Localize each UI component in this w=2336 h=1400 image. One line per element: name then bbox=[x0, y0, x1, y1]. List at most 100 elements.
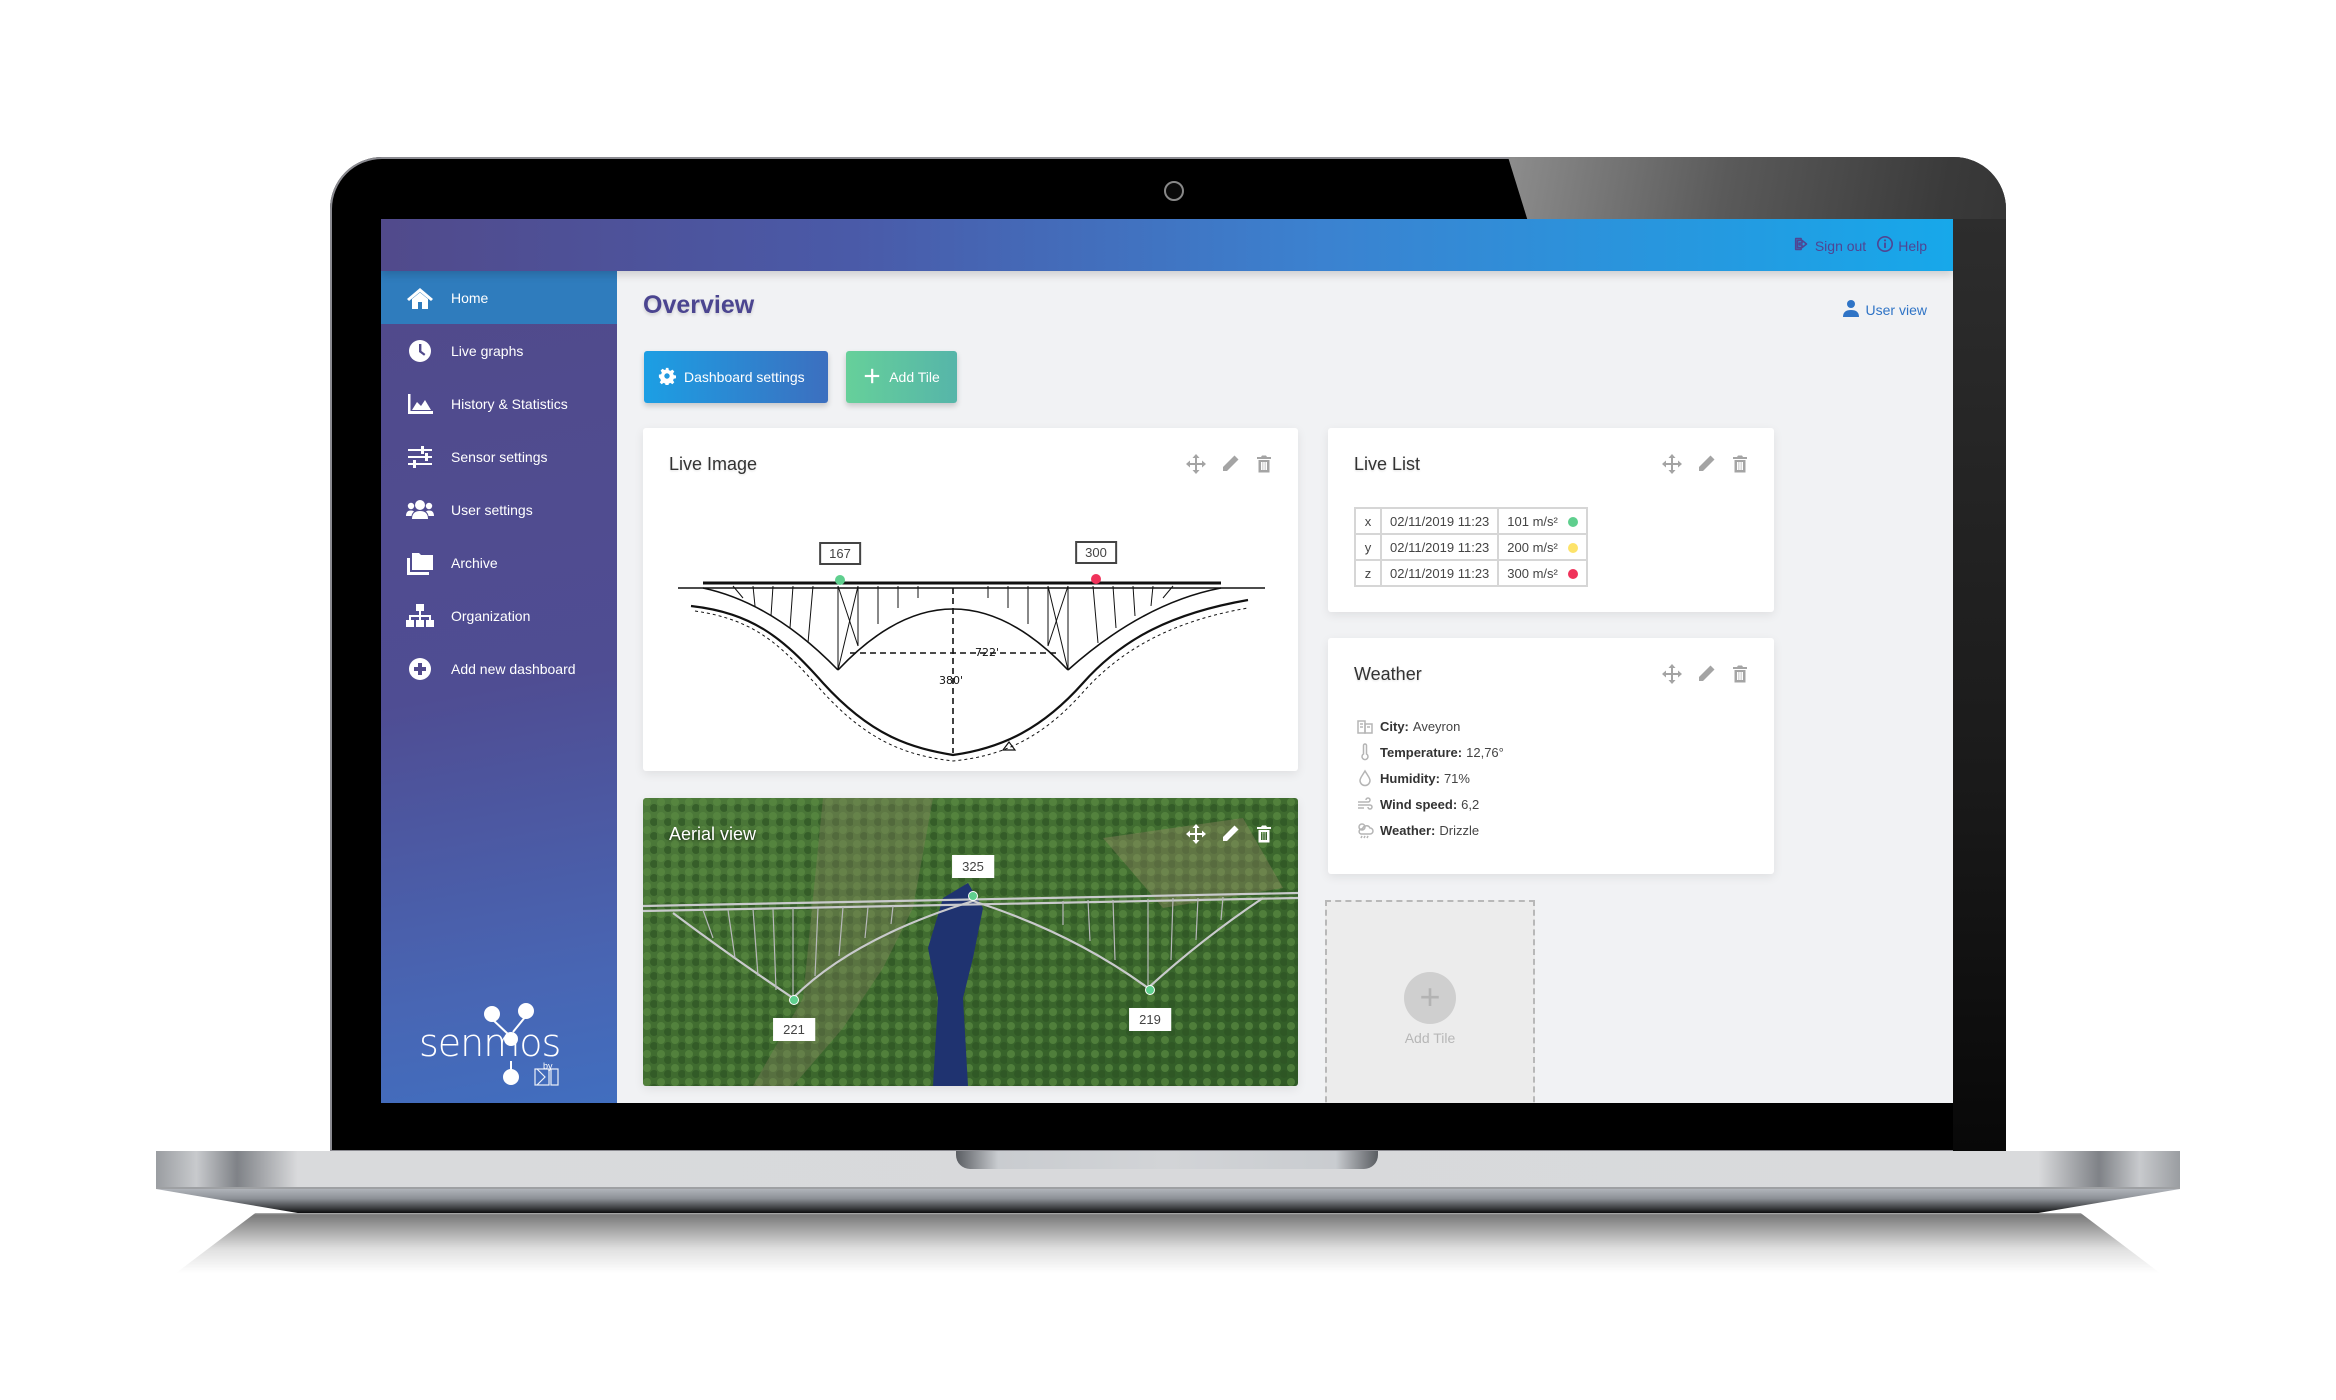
sidebar-item-label: Organization bbox=[451, 607, 531, 624]
sign-out-link[interactable]: Sign out bbox=[1793, 235, 1866, 256]
gear-icon bbox=[658, 367, 676, 388]
area-chart-icon bbox=[405, 391, 435, 417]
senmos-logo: senmos by bbox=[419, 999, 599, 1089]
weather-row-humidity: Humidity: 71% bbox=[1354, 765, 1504, 791]
table-row: x 02/11/2019 11:23 101 m/s² bbox=[1354, 507, 1588, 535]
timestamp-cell: 02/11/2019 11:23 bbox=[1379, 507, 1500, 535]
marker-label[interactable]: 221 bbox=[773, 1018, 815, 1041]
move-icon[interactable] bbox=[1662, 454, 1682, 474]
timestamp-cell: 02/11/2019 11:23 bbox=[1379, 533, 1500, 561]
user-view-link[interactable]: User view bbox=[1842, 299, 1927, 320]
sidebar-item-organization[interactable]: Organization bbox=[381, 589, 617, 642]
sensor-marker[interactable] bbox=[789, 995, 799, 1005]
weather-label: Wind speed: bbox=[1380, 796, 1458, 812]
move-icon[interactable] bbox=[1186, 824, 1206, 844]
sliders-icon bbox=[405, 444, 435, 470]
user-view-label: User view bbox=[1865, 301, 1927, 318]
info-icon bbox=[1876, 235, 1894, 256]
laptop-notch bbox=[956, 1151, 1378, 1169]
tile-title: Aerial view bbox=[669, 824, 757, 844]
sensor-marker[interactable] bbox=[1091, 574, 1101, 584]
folders-icon bbox=[405, 550, 435, 576]
main-content: Overview User view Dashboard settings Ad… bbox=[617, 271, 1953, 1103]
sidebar-item-label: Archive bbox=[451, 554, 498, 571]
marker-label[interactable]: 167 bbox=[819, 542, 861, 565]
weather-label: Weather: bbox=[1380, 822, 1436, 838]
droplet-icon bbox=[1354, 769, 1376, 787]
sensor-marker[interactable] bbox=[1145, 985, 1155, 995]
sitemap-icon bbox=[405, 603, 435, 629]
sidebar-item-add-new-dashboard[interactable]: Add new dashboard bbox=[381, 642, 617, 695]
value-text: 300 m/s² bbox=[1507, 565, 1558, 581]
status-dot bbox=[1567, 543, 1578, 554]
screen: Sign out Help Home Live graphs History &… bbox=[381, 219, 1953, 1103]
axis-cell: y bbox=[1354, 533, 1382, 561]
sidebar-item-history-statistics[interactable]: History & Statistics bbox=[381, 377, 617, 430]
sign-out-icon bbox=[1793, 235, 1811, 256]
plus-icon bbox=[863, 367, 881, 388]
table-row: y 02/11/2019 11:23 200 m/s² bbox=[1354, 533, 1588, 561]
marker-label[interactable]: 325 bbox=[952, 855, 994, 878]
laptop-base-bevel bbox=[156, 1189, 2180, 1213]
weather-row-city: City: Aveyron bbox=[1354, 713, 1504, 739]
weather-label: Humidity: bbox=[1380, 770, 1440, 786]
logo-text: senmos bbox=[419, 1021, 561, 1065]
move-icon[interactable] bbox=[1662, 664, 1682, 684]
table-row: z 02/11/2019 11:23 300 m/s² bbox=[1354, 559, 1588, 587]
weather-list: City: Aveyron Temperature: 12,76° Humidi… bbox=[1354, 713, 1504, 843]
marker-label[interactable]: 300 bbox=[1075, 541, 1117, 564]
users-icon bbox=[405, 497, 435, 523]
marker-label[interactable]: 219 bbox=[1129, 1008, 1171, 1031]
add-tile-plus-icon[interactable]: + bbox=[1404, 972, 1456, 1024]
home-icon bbox=[405, 285, 435, 311]
laptop-shadow bbox=[176, 1213, 2160, 1273]
edit-icon[interactable] bbox=[1220, 824, 1240, 844]
weather-tile: Weather City: Aveyron Temperature: 12,76… bbox=[1328, 638, 1774, 874]
weather-value: 6,2 bbox=[1461, 796, 1480, 812]
thermometer-icon bbox=[1354, 743, 1376, 761]
add-tile-placeholder[interactable]: + Add Tile bbox=[1325, 900, 1535, 1103]
live-list-table: x 02/11/2019 11:23 101 m/s² y 02/11/2019… bbox=[1354, 507, 1588, 587]
weather-row-temperature: Temperature: 12,76° bbox=[1354, 739, 1504, 765]
logo-by: by bbox=[543, 1061, 553, 1071]
edit-icon[interactable] bbox=[1696, 664, 1716, 684]
weather-row-condition: Weather: Drizzle bbox=[1354, 817, 1504, 843]
weather-label: City: bbox=[1380, 718, 1409, 734]
weather-value: 71% bbox=[1443, 770, 1470, 786]
trash-icon[interactable] bbox=[1730, 454, 1750, 474]
sidebar-item-label: Home bbox=[451, 289, 489, 306]
tile-title: Live List bbox=[1354, 454, 1421, 474]
weather-value: Aveyron bbox=[1412, 718, 1461, 734]
trash-icon[interactable] bbox=[1254, 824, 1274, 844]
sidebar-item-label: Add new dashboard bbox=[451, 660, 576, 677]
live-image-tile: Live Image 722' 380' 167 300 bbox=[643, 428, 1298, 771]
help-link[interactable]: Help bbox=[1876, 235, 1927, 256]
sidebar-item-live-graphs[interactable]: Live graphs bbox=[381, 324, 617, 377]
add-tile-button[interactable]: Add Tile bbox=[846, 351, 957, 403]
weather-value: Drizzle bbox=[1439, 822, 1480, 838]
value-cell: 101 m/s² bbox=[1497, 507, 1588, 535]
weather-label: Temperature: bbox=[1380, 744, 1463, 760]
status-dot bbox=[1567, 569, 1578, 580]
span-label: 722' bbox=[975, 646, 999, 659]
camera-icon bbox=[1164, 181, 1184, 201]
sidebar-item-archive[interactable]: Archive bbox=[381, 536, 617, 589]
dashboard-settings-button[interactable]: Dashboard settings bbox=[644, 351, 828, 403]
sensor-marker[interactable] bbox=[968, 891, 978, 901]
weather-row-wind: Wind speed: 6,2 bbox=[1354, 791, 1504, 817]
axis-cell: z bbox=[1354, 559, 1382, 587]
lid-glare-lower bbox=[1953, 219, 2006, 1152]
value-text: 200 m/s² bbox=[1507, 539, 1558, 555]
sidebar-item-sensor-settings[interactable]: Sensor settings bbox=[381, 430, 617, 483]
status-dot bbox=[1567, 517, 1578, 528]
tile-title: Weather bbox=[1354, 664, 1422, 684]
sidebar-item-label: User settings bbox=[451, 501, 533, 518]
sidebar-item-home[interactable]: Home bbox=[381, 271, 617, 324]
sidebar-item-user-settings[interactable]: User settings bbox=[381, 483, 617, 536]
sensor-marker[interactable] bbox=[835, 575, 845, 585]
sign-out-label: Sign out bbox=[1814, 237, 1867, 254]
value-text: 101 m/s² bbox=[1507, 513, 1558, 529]
trash-icon[interactable] bbox=[1730, 664, 1750, 684]
edit-icon[interactable] bbox=[1696, 454, 1716, 474]
aerial-view-tile: Aerial view 325 221 219 bbox=[643, 798, 1298, 1086]
